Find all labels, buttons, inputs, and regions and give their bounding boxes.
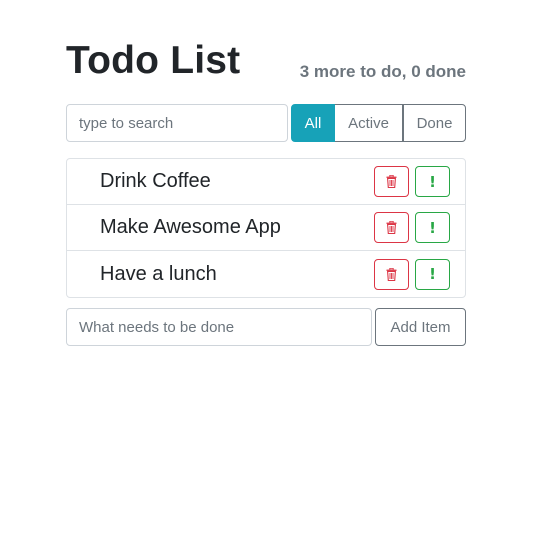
todo-item-label[interactable]: Drink Coffee bbox=[100, 170, 211, 193]
status-counter: 3 more to do, 0 done bbox=[299, 62, 466, 81]
filter-active-button[interactable]: Active bbox=[335, 104, 403, 142]
new-item-input[interactable] bbox=[66, 308, 372, 346]
item-actions: ! bbox=[374, 212, 450, 243]
add-item-form: Add Item bbox=[66, 308, 466, 346]
mark-important-button[interactable]: ! bbox=[415, 212, 450, 243]
trash-icon bbox=[386, 175, 397, 188]
todo-item-label[interactable]: Have a lunch bbox=[100, 263, 217, 286]
exclamation-icon: ! bbox=[429, 172, 436, 191]
page-title: Todo List bbox=[66, 39, 241, 82]
todo-item-label[interactable]: Make Awesome App bbox=[100, 216, 281, 239]
mark-important-button[interactable]: ! bbox=[415, 258, 450, 290]
list-item: Make Awesome App ! bbox=[67, 205, 465, 251]
status-filter: All Active Done bbox=[291, 104, 466, 142]
mark-important-button[interactable]: ! bbox=[415, 166, 450, 197]
delete-button[interactable] bbox=[374, 212, 409, 243]
app-header: Todo List 3 more to do, 0 done bbox=[66, 34, 466, 84]
exclamation-icon: ! bbox=[429, 218, 436, 237]
list-item: Drink Coffee ! bbox=[67, 159, 465, 205]
exclamation-icon: ! bbox=[429, 265, 436, 283]
filter-all-button[interactable]: All bbox=[291, 104, 335, 142]
delete-button[interactable] bbox=[374, 166, 409, 197]
search-filter-panel: All Active Done bbox=[66, 104, 466, 142]
filter-done-button[interactable]: Done bbox=[403, 104, 466, 142]
search-input[interactable] bbox=[66, 104, 288, 142]
todo-app: Todo List 3 more to do, 0 done All Activ… bbox=[66, 34, 466, 346]
trash-icon bbox=[386, 221, 397, 234]
item-actions: ! bbox=[374, 258, 450, 290]
trash-icon bbox=[386, 267, 397, 281]
item-actions: ! bbox=[374, 166, 450, 197]
list-item: Have a lunch ! bbox=[67, 251, 465, 297]
add-item-button[interactable]: Add Item bbox=[375, 308, 466, 346]
todo-list: Drink Coffee ! Make Awesome App ! Have a… bbox=[66, 158, 466, 298]
delete-button[interactable] bbox=[374, 258, 409, 290]
